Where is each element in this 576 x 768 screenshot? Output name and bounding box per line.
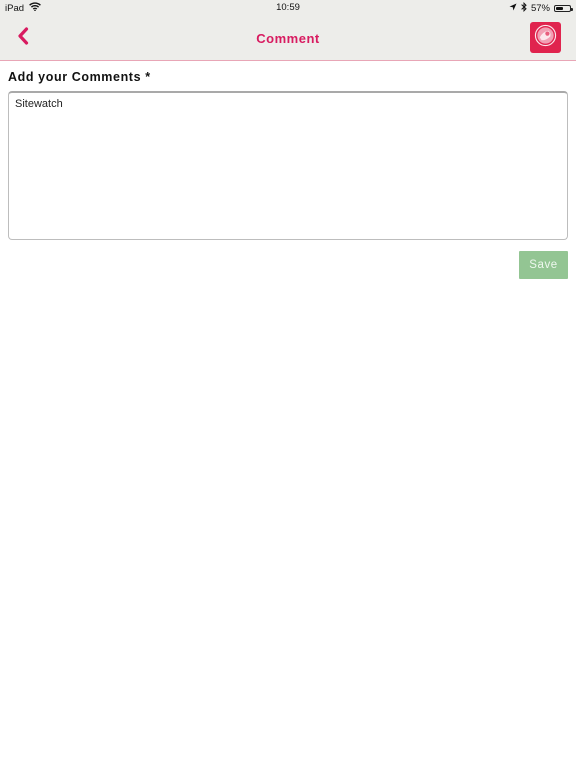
battery-tip xyxy=(571,7,573,11)
save-button[interactable]: Save xyxy=(519,251,568,279)
bluetooth-icon xyxy=(521,1,527,15)
battery-level-fill xyxy=(556,7,563,10)
comments-textarea[interactable]: Sitewatch xyxy=(8,91,568,240)
app-logo-icon xyxy=(534,24,557,52)
location-arrow-icon xyxy=(509,3,517,14)
status-right: 57% xyxy=(509,1,573,15)
nav-bar: Comment xyxy=(0,16,576,61)
comment-screen: iPad 10:59 57% Comment Add your Comments… xyxy=(0,0,576,768)
battery-icon xyxy=(554,5,573,12)
status-bar: iPad 10:59 57% xyxy=(0,0,576,16)
page-title: Comment xyxy=(256,31,320,46)
status-time: 10:59 xyxy=(276,2,300,13)
comments-label: Add your Comments * xyxy=(8,70,151,84)
battery-percent: 57% xyxy=(530,3,550,14)
app-logo-button[interactable] xyxy=(530,22,561,53)
